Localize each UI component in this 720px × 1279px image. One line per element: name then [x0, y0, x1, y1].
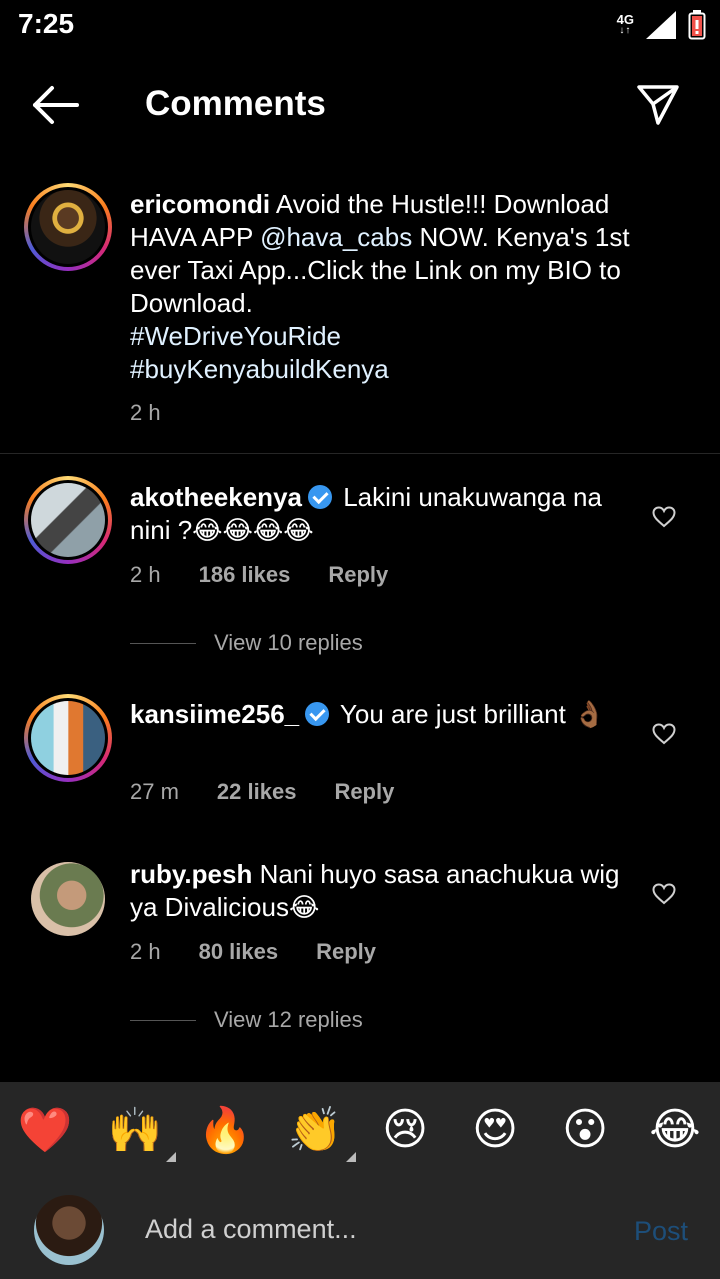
reply-button[interactable]: Reply — [328, 562, 388, 588]
heart-outline-icon[interactable] — [652, 506, 676, 528]
surprised-reaction-button[interactable]: 😮 — [550, 1104, 620, 1156]
battery-icon — [688, 10, 706, 40]
avatar[interactable] — [24, 183, 112, 271]
caption-text: ericomondi Avoid the Hustle!!! Download … — [130, 188, 660, 386]
comment-time: 2 h — [130, 939, 161, 964]
avatar[interactable] — [31, 862, 105, 936]
status-time: 7:25 — [18, 8, 75, 39]
signal-icon — [646, 11, 676, 39]
heart-reaction-button[interactable]: ❤️ — [10, 1104, 80, 1156]
verified-badge-icon — [305, 702, 330, 726]
raised-hands-reaction-button[interactable]: 🙌 — [100, 1104, 176, 1162]
likes-count[interactable]: 22 likes — [217, 779, 297, 805]
comment-username[interactable]: akotheekenya — [130, 482, 302, 512]
comment-text: You are just brilliant 👌🏾 — [339, 699, 606, 729]
avatar[interactable] — [24, 694, 112, 782]
paper-plane-icon[interactable] — [636, 82, 680, 126]
comment-input[interactable]: Add a comment... — [145, 1214, 357, 1245]
crying-reaction-button[interactable]: 😢 — [370, 1104, 440, 1156]
comment-time: 27 m — [130, 779, 179, 804]
caption-username[interactable]: ericomondi — [130, 189, 270, 219]
likes-count[interactable]: 186 likes — [199, 562, 291, 588]
page-title: Comments — [145, 84, 326, 123]
reply-button[interactable]: Reply — [316, 939, 376, 965]
heart-outline-icon[interactable] — [652, 883, 676, 905]
avatar[interactable] — [24, 476, 112, 564]
comment-username[interactable]: kansiime256_ — [130, 699, 299, 729]
status-bar: 7:25 4G ↓↑ — [0, 0, 720, 50]
post-button[interactable]: Post — [634, 1216, 688, 1247]
heart-outline-icon[interactable] — [652, 723, 676, 745]
view-replies-button[interactable]: View 12 replies — [130, 1007, 363, 1033]
avatar — [34, 1195, 104, 1265]
mention-link[interactable]: @hava_cabs — [260, 222, 412, 252]
view-replies-button[interactable]: View 10 replies — [130, 630, 363, 656]
network-icon: 4G ↓↑ — [616, 12, 634, 36]
caption-time: 2 h — [130, 400, 161, 425]
clap-reaction-button[interactable]: 👏 — [280, 1104, 356, 1162]
likes-count[interactable]: 80 likes — [199, 939, 279, 965]
top-nav: Comments — [0, 70, 720, 140]
fire-reaction-button[interactable]: 🔥 — [190, 1104, 260, 1156]
verified-badge-icon — [307, 485, 332, 509]
quick-reactions: ❤️ 🙌 🔥 👏 😢 😍 😮 😂 — [0, 1104, 720, 1162]
laughing-reaction-button[interactable]: 😂 — [640, 1104, 710, 1156]
arrow-left-icon[interactable] — [30, 84, 80, 126]
heart-eyes-reaction-button[interactable]: 😍 — [460, 1104, 530, 1156]
reply-button[interactable]: Reply — [334, 779, 394, 805]
comment-time: 2 h — [130, 562, 161, 587]
comment-username[interactable]: ruby.pesh — [130, 859, 252, 889]
hashtag-link[interactable]: #buyKenyabuildKenya — [130, 353, 660, 386]
post-caption: ericomondi Avoid the Hustle!!! Download … — [0, 183, 720, 454]
comment-composer: ❤️ 🙌 🔥 👏 😢 😍 😮 😂 Add a comment... Post — [0, 1082, 720, 1279]
hashtag-link[interactable]: #WeDriveYouRide — [130, 320, 660, 353]
